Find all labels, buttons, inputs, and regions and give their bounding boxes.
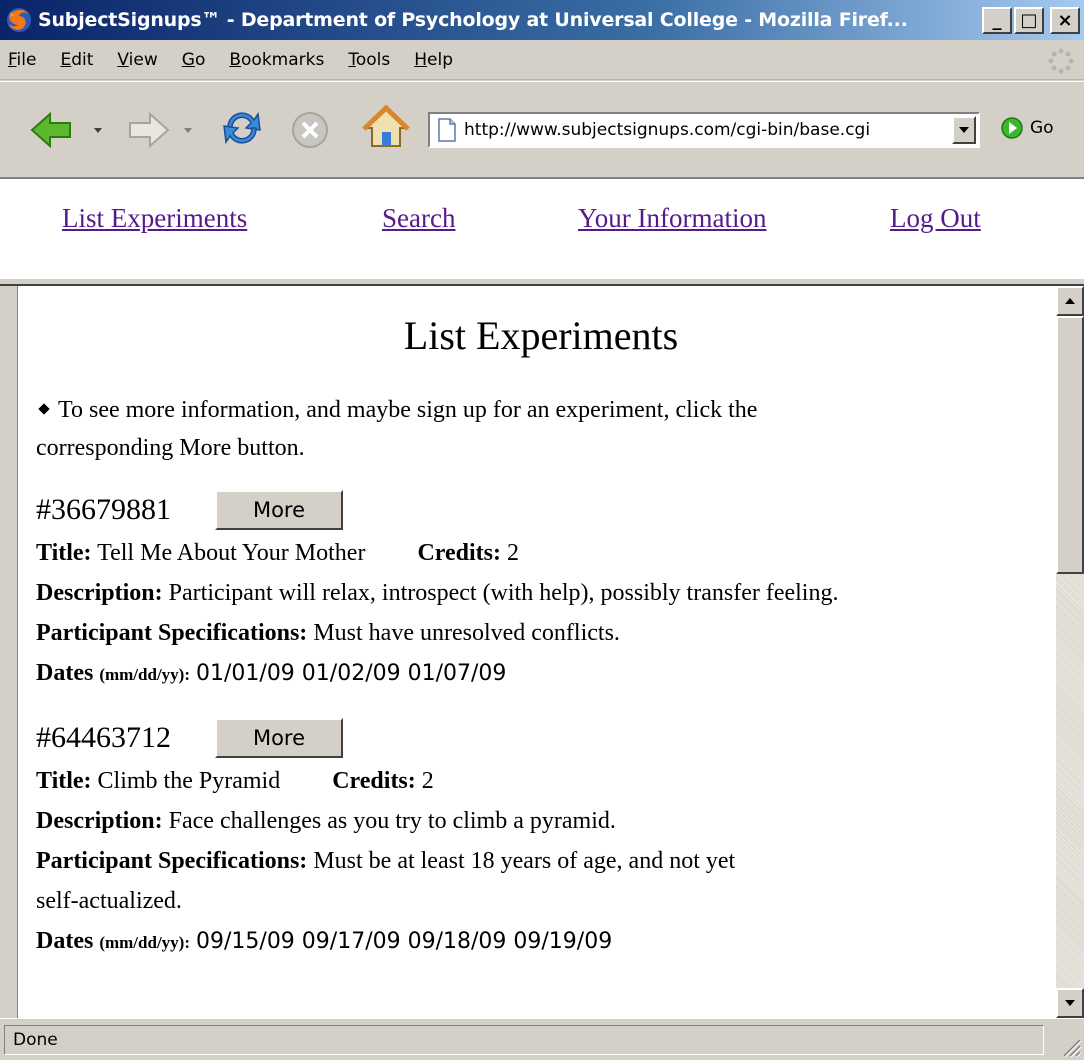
experiment-specs-line: Participant Specifications: Must be at l… <box>36 841 1046 921</box>
experiment-title-line: Title: Climb the Pyramid Credits: 2 <box>36 761 1046 801</box>
bullet-icon <box>38 403 50 416</box>
scroll-up-button[interactable] <box>1056 286 1084 316</box>
arrow-up-icon <box>1065 298 1075 304</box>
experiment-id: #36679881 <box>36 493 171 526</box>
credits-label: Credits: <box>417 540 501 566</box>
go-button[interactable]: Go <box>1000 116 1054 140</box>
experiment-title-line: Title: Tell Me About Your Mother Credits:… <box>36 533 1046 573</box>
experiment-specs: Must have unresolved conflicts. <box>313 620 620 646</box>
experiment-item: #64463712 More Title: Climb the Pyramid C… <box>36 715 1046 963</box>
menu-help[interactable]: Help <box>412 48 455 72</box>
forward-arrow-icon[interactable] <box>118 110 170 150</box>
specs-label: Participant Specifications: <box>36 620 308 646</box>
experiment-title: Climb the Pyramid <box>97 768 281 794</box>
experiment-specs: Must be at least 18 years of age, and no… <box>313 848 736 874</box>
page-icon <box>438 118 456 142</box>
dates-label: Dates <box>36 928 94 954</box>
navigation-toolbar: http://www.subjectsignups.com/cgi-bin/ba… <box>0 81 1084 177</box>
forward-dropdown-icon[interactable] <box>182 126 194 136</box>
search-link[interactable]: Search <box>382 203 455 234</box>
experiment-credits: 2 <box>507 540 519 566</box>
resize-grip-icon[interactable] <box>1058 1034 1082 1058</box>
home-icon[interactable] <box>362 104 410 152</box>
dates-format-label: (mm/dd/yy): <box>99 665 190 684</box>
vertical-scrollbar[interactable] <box>1056 286 1084 1018</box>
status-text: Done <box>4 1025 1044 1055</box>
menu-view[interactable]: View <box>115 48 159 72</box>
minimize-button[interactable]: _ <box>982 7 1012 34</box>
experiment-description: Face challenges as you try to climb a py… <box>168 808 616 834</box>
back-arrow-icon[interactable] <box>30 110 82 150</box>
list-experiments-link[interactable]: List Experiments <box>62 203 247 234</box>
frame-divider[interactable] <box>0 278 1084 286</box>
throbber-icon <box>1048 48 1074 74</box>
scroll-down-button[interactable] <box>1056 988 1084 1018</box>
stop-icon[interactable] <box>290 110 330 150</box>
arrow-down-icon <box>1065 1000 1075 1006</box>
experiment-dates: 09/15/09 09/17/09 09/18/09 09/19/09 <box>196 929 613 954</box>
experiment-dates: 01/01/09 01/02/09 01/07/09 <box>196 661 507 686</box>
experiment-dates-line: Dates (mm/dd/yy): 09/15/09 09/17/09 09/1… <box>36 921 1046 963</box>
menu-bar: File Edit View Go Bookmarks Tools Help <box>0 40 1084 80</box>
instructions: To see more information, and maybe sign … <box>36 397 758 461</box>
frame-border <box>0 286 18 1018</box>
credits-label: Credits: <box>332 768 416 794</box>
description-label: Description: <box>36 808 163 834</box>
title-label: Title: <box>36 768 92 794</box>
title-label: Title: <box>36 540 92 566</box>
menu-tools[interactable]: Tools <box>346 48 392 72</box>
dates-label: Dates <box>36 660 94 686</box>
menu-edit[interactable]: Edit <box>58 48 95 72</box>
experiment-description-line: Description: Face challenges as you try … <box>36 801 1046 841</box>
url-text[interactable]: http://www.subjectsignups.com/cgi-bin/ba… <box>464 120 934 140</box>
experiment-specs-continued: self-actualized. <box>36 888 182 914</box>
experiment-credits: 2 <box>421 768 434 794</box>
more-button[interactable]: More <box>215 490 343 530</box>
back-dropdown-icon[interactable] <box>92 126 104 136</box>
title-bar: SubjectSignups™ - Department of Psycholo… <box>0 0 1084 40</box>
address-bar[interactable]: http://www.subjectsignups.com/cgi-bin/ba… <box>428 112 980 148</box>
maximize-button[interactable]: □ <box>1014 7 1044 34</box>
experiment-description: Participant will relax, introspect (with… <box>168 580 839 606</box>
experiment-header: #36679881 More <box>36 487 1046 533</box>
main-content-frame: List Experiments To see more information… <box>18 286 1056 1018</box>
reload-icon[interactable] <box>220 106 264 150</box>
specs-label: Participant Specifications: <box>36 848 308 874</box>
experiment-title: Tell Me About Your Mother <box>97 540 366 566</box>
scrollbar-thumb[interactable] <box>1056 316 1084 574</box>
experiment-dates-line: Dates (mm/dd/yy): 01/01/09 01/02/09 01/0… <box>36 653 1046 695</box>
window-title: SubjectSignups™ - Department of Psycholo… <box>38 9 908 31</box>
more-button[interactable]: More <box>215 718 343 758</box>
experiment-description-line: Description: Participant will relax, int… <box>36 573 1046 613</box>
menu-file[interactable]: File <box>6 48 38 72</box>
close-button[interactable]: × <box>1050 7 1080 34</box>
maximize-icon: □ <box>1020 10 1038 31</box>
dates-format-label: (mm/dd/yy): <box>99 933 190 952</box>
minimize-icon: _ <box>992 10 1002 31</box>
experiment-header: #64463712 More <box>36 715 1046 761</box>
browser-window: SubjectSignups™ - Department of Psycholo… <box>0 0 1084 1060</box>
log-out-link[interactable]: Log Out <box>890 203 981 234</box>
menu-bookmarks[interactable]: Bookmarks <box>227 48 326 72</box>
experiment-item: #36679881 More Title: Tell Me About Your… <box>36 487 1046 695</box>
go-label: Go <box>1030 118 1054 138</box>
experiment-specs-line: Participant Specifications: Must have un… <box>36 613 1046 653</box>
go-icon <box>1001 117 1023 139</box>
chevron-down-icon <box>959 127 969 133</box>
url-dropdown-button[interactable] <box>952 116 976 144</box>
window-controls: _ □ × <box>982 7 1080 34</box>
close-icon: × <box>1057 10 1073 31</box>
page-content: List Experiments To see more information… <box>36 286 1046 963</box>
menu-go[interactable]: Go <box>180 48 208 72</box>
top-navigation-frame: List Experiments Search Your Information… <box>0 177 1084 278</box>
firefox-icon <box>7 8 31 32</box>
page-title: List Experiments <box>403 313 679 358</box>
status-bar: Done <box>0 1018 1084 1060</box>
description-label: Description: <box>36 580 163 606</box>
experiment-id: #64463712 <box>36 721 171 754</box>
your-information-link[interactable]: Your Information <box>578 203 767 234</box>
